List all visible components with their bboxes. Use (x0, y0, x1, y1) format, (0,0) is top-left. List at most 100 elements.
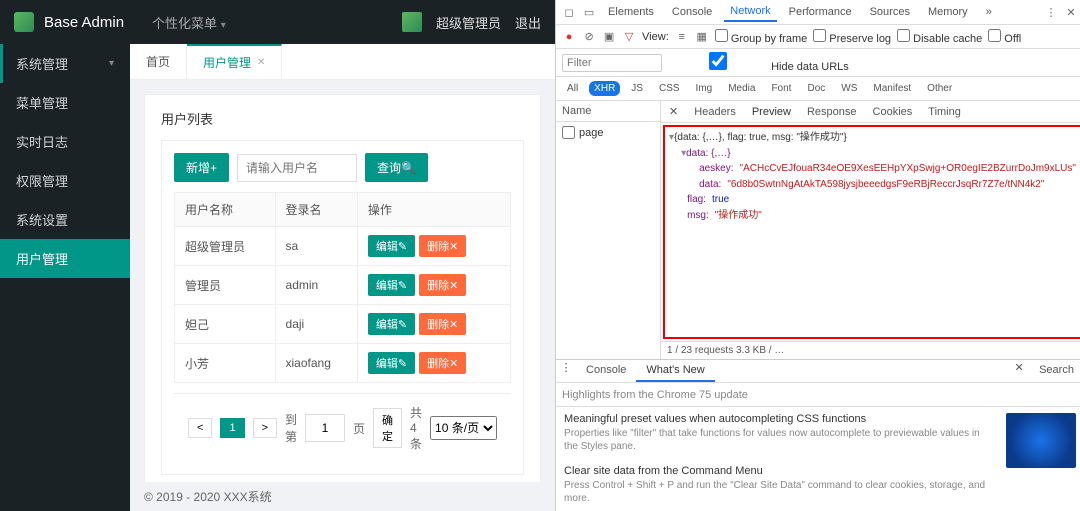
request-list: Name page (556, 101, 661, 359)
brand: Base Admin (44, 14, 124, 31)
sidebar-item-log[interactable]: 实时日志 (0, 122, 130, 161)
table-row: 小芳xiaofang编辑✎删除✕ (175, 344, 511, 383)
delete-button[interactable]: 删除✕ (419, 274, 466, 296)
type-font[interactable]: Font (766, 81, 796, 96)
logout-link[interactable]: 退出 (515, 13, 541, 32)
footer: © 2019 - 2020 XXX系统 (130, 482, 555, 511)
filter-icon[interactable]: ▽ (622, 30, 636, 44)
type-media[interactable]: Media (723, 81, 760, 96)
json-preview[interactable]: ▾{data: {,…}, flag: true, msg: "操作成功"} ▾… (663, 125, 1080, 339)
page-input[interactable] (305, 414, 345, 442)
edit-button[interactable]: 编辑✎ (368, 235, 415, 257)
tab-memory[interactable]: Memory (922, 3, 974, 21)
tab-users[interactable]: 用户管理✕ (187, 44, 282, 79)
detail-tabs: ✕ Headers Preview Response Cookies Timin… (661, 101, 1080, 123)
sidebar-item-users[interactable]: 用户管理 (0, 239, 130, 278)
admin-app: Base Admin 个性化菜单 ▾ 超级管理员 退出 系统管理▾ 菜单管理 实… (0, 0, 555, 511)
type-manifest[interactable]: Manifest (868, 81, 916, 96)
search-input[interactable] (237, 154, 357, 182)
more-icon[interactable]: ⋮ (556, 360, 576, 374)
tab-performance[interactable]: Performance (783, 3, 858, 21)
record-icon[interactable]: ● (562, 30, 576, 44)
tabs-overflow[interactable]: » (980, 3, 998, 21)
request-header: Name (556, 101, 660, 122)
close-icon[interactable]: ✕ (661, 101, 686, 122)
btab-whatsnew[interactable]: What's New (636, 360, 714, 382)
delete-button[interactable]: 删除✕ (419, 352, 466, 374)
chevron-down-icon: ▾ (221, 20, 226, 31)
tab-home[interactable]: 首页 (130, 44, 187, 79)
tab-elements[interactable]: Elements (602, 3, 660, 21)
close-icon[interactable]: ✕ (1064, 5, 1078, 19)
edit-button[interactable]: 编辑✎ (368, 274, 415, 296)
devtools-tabs: ◻ ▭ Elements Console Network Performance… (556, 0, 1080, 25)
card-title: 用户列表 (161, 109, 524, 128)
type-img[interactable]: Img (691, 81, 718, 96)
whatsnew-image (1006, 413, 1076, 468)
top-menu-personalize[interactable]: 个性化菜单 ▾ (152, 13, 226, 32)
hide-data-urls[interactable]: Hide data URLs (668, 52, 849, 73)
user-table: 用户名称 登录名 操作 超级管理员sa编辑✎删除✕管理员admin编辑✎删除✕妲… (174, 192, 511, 383)
sidebar-item-system[interactable]: 系统管理▾ (0, 44, 130, 83)
devtools: ◻ ▭ Elements Console Network Performance… (555, 0, 1080, 511)
inspect-icon[interactable]: ◻ (562, 5, 576, 19)
tab-network[interactable]: Network (724, 2, 776, 22)
edit-button[interactable]: 编辑✎ (368, 352, 415, 374)
tab-console[interactable]: Console (666, 3, 718, 21)
request-status: 1 / 23 requests 3.3 KB / … (661, 341, 1080, 359)
sidebar-item-menu[interactable]: 菜单管理 (0, 83, 130, 122)
page-next[interactable]: > (253, 418, 277, 438)
whatsnew-title-0[interactable]: Meaningful preset values when autocomple… (564, 413, 996, 425)
offline[interactable]: Offl (988, 29, 1021, 45)
group-by-frame[interactable]: Group by frame (715, 29, 807, 45)
more-icon[interactable]: ⋮ (1044, 5, 1058, 19)
type-xhr[interactable]: XHR (589, 81, 620, 96)
btab-console[interactable]: Console (576, 360, 636, 382)
type-css[interactable]: CSS (654, 81, 685, 96)
view-grid-icon[interactable]: ▦ (695, 30, 709, 44)
close-icon[interactable]: ✕ (257, 57, 265, 68)
dtab-headers[interactable]: Headers (686, 102, 744, 122)
camera-icon[interactable]: ▣ (602, 30, 616, 44)
whatsnew-desc-1: Press Control + Shift + P and run the "C… (564, 479, 996, 505)
tab-sources[interactable]: Sources (864, 3, 916, 21)
page-size-select[interactable]: 10 条/页 (430, 416, 497, 440)
close-icon[interactable]: ✕ (1009, 360, 1029, 374)
type-doc[interactable]: Doc (802, 81, 830, 96)
page-confirm[interactable]: 确定 (373, 408, 402, 448)
delete-button[interactable]: 删除✕ (419, 313, 466, 335)
btab-search[interactable]: Search (1029, 360, 1080, 382)
preserve-log[interactable]: Preserve log (813, 29, 891, 45)
type-all[interactable]: All (562, 81, 583, 96)
view-list-icon[interactable]: ≡ (675, 30, 689, 44)
sidebar-item-settings[interactable]: 系统设置 (0, 200, 130, 239)
edit-button[interactable]: 编辑✎ (368, 313, 415, 335)
table-row: 超级管理员sa编辑✎删除✕ (175, 227, 511, 266)
device-icon[interactable]: ▭ (582, 5, 596, 19)
tab-bar: 首页 用户管理✕ (130, 44, 555, 80)
col-username: 用户名称 (175, 193, 276, 227)
type-other[interactable]: Other (922, 81, 957, 96)
dtab-timing[interactable]: Timing (920, 102, 969, 122)
current-user[interactable]: 超级管理员 (436, 13, 501, 32)
disable-cache[interactable]: Disable cache (897, 29, 982, 45)
page-current[interactable]: 1 (220, 418, 244, 438)
add-button[interactable]: 新增+ (174, 153, 229, 182)
highlight-title: Highlights from the Chrome 75 update (562, 389, 748, 401)
sidebar-item-permission[interactable]: 权限管理 (0, 161, 130, 200)
page-prev[interactable]: < (188, 418, 212, 438)
topbar: Base Admin 个性化菜单 ▾ 超级管理员 退出 (0, 0, 555, 44)
delete-button[interactable]: 删除✕ (419, 235, 466, 257)
request-row[interactable]: page (556, 122, 660, 143)
clear-icon[interactable]: ⊘ (582, 30, 596, 44)
chevron-down-icon: ▾ (109, 58, 114, 69)
filter-input[interactable] (562, 54, 662, 72)
dtab-preview[interactable]: Preview (744, 102, 799, 122)
dtab-response[interactable]: Response (799, 102, 865, 122)
sidebar: 系统管理▾ 菜单管理 实时日志 权限管理 系统设置 用户管理 (0, 44, 130, 511)
type-js[interactable]: JS (626, 81, 648, 96)
type-ws[interactable]: WS (836, 81, 862, 96)
search-button[interactable]: 查询🔍 (365, 153, 428, 182)
dtab-cookies[interactable]: Cookies (865, 102, 921, 122)
whatsnew-title-1[interactable]: Clear site data from the Command Menu (564, 465, 996, 477)
